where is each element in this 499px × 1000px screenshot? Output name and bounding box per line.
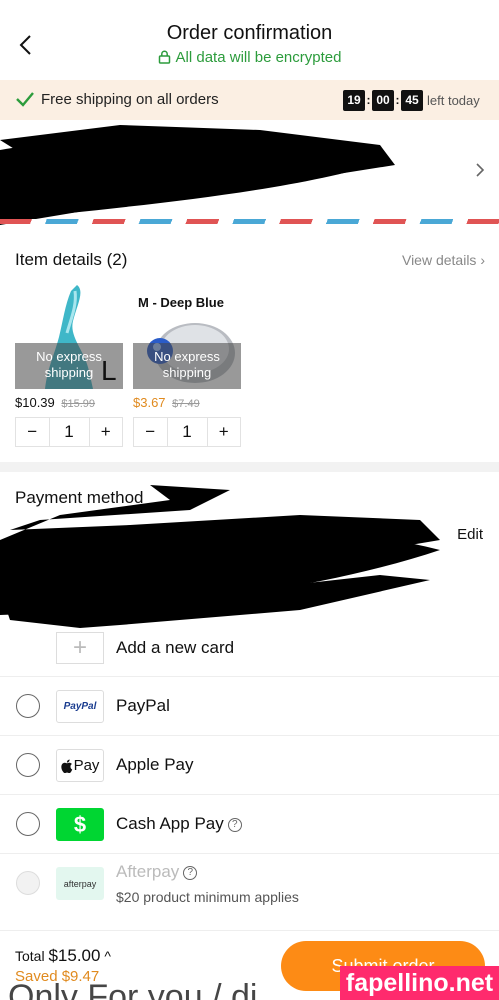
countdown-minutes: 00 [372,89,394,111]
add-card-plus-icon[interactable]: + [56,632,104,664]
increase-button[interactable]: + [208,418,241,446]
payment-option-applepay[interactable]: Pay Apple Pay [0,735,499,794]
free-shipping-banner: Free shipping on all orders 19 : 00 : 45… [0,80,499,120]
payment-option-label: Cash App Pay? [116,814,242,834]
lock-icon [158,50,170,64]
paypal-logo-text: PayPal [63,701,97,712]
quantity-value[interactable]: 1 [48,418,90,446]
checkmark-icon [16,92,34,107]
item-details-section: Item details (2) View details › No expre… [0,236,499,462]
countdown-separator: : [366,93,371,107]
watermark: fapellino.net [340,966,499,1000]
add-card-label[interactable]: Add a new card [116,638,234,658]
item-details-title: Item details (2) [15,250,128,269]
price-row: $10.39 $15.99 [15,395,123,410]
free-shipping-text: Free shipping on all orders [41,91,219,108]
product-card[interactable]: M - Deep Blue No express shipping $3.67 … [133,281,241,447]
payment-method-title: Payment method [15,488,144,507]
header: Order confirmation All data will be encr… [0,0,499,80]
cash-app-logo-icon: $ [56,808,104,841]
cash-app-label: Cash App Pay [116,814,224,833]
apple-pay-logo-icon: Pay [56,749,104,782]
product-image[interactable]: M - Deep Blue No express shipping [133,281,241,389]
afterpay-note: $20 product minimum applies [116,889,299,905]
size-label: L [101,355,117,386]
increase-button[interactable]: + [90,418,123,446]
product-price: $3.67 [133,395,166,410]
redaction-scribble [0,125,395,225]
page-title: Order confirmation [166,22,333,44]
bottom-overlay-text: Only For you / di [8,978,258,1000]
payment-option-afterpay: afterpay Afterpay? $20 product minimum a… [0,853,499,912]
countdown-separator: : [395,93,400,107]
product-price: $10.39 [15,395,55,410]
afterpay-logo-icon: afterpay [56,867,104,900]
chevron-right-icon: › [480,252,485,268]
payment-option-label: Apple Pay [116,755,194,774]
decrease-button[interactable]: − [16,418,49,446]
radio-button-disabled [16,871,40,895]
radio-button[interactable] [16,812,40,836]
afterpay-logo-text: afterpay [63,878,97,889]
shipping-overlay: No express shipping [133,343,241,389]
payment-option-cashapp[interactable]: $ Cash App Pay? [0,794,499,853]
quantity-value[interactable]: 1 [166,418,208,446]
quantity-stepper: − 1 + [15,417,123,447]
airmail-border [0,219,499,224]
help-icon[interactable]: ? [227,818,242,832]
decrease-button[interactable]: − [134,418,167,446]
countdown-hours: 19 [343,89,365,111]
price-row: $3.67 $7.49 [133,395,241,410]
payment-option-label: PayPal [116,696,170,715]
radio-button[interactable] [16,753,40,777]
chevron-right-icon [476,163,485,177]
countdown-timer: 19 : 00 : 45 left today [343,89,480,111]
product-image[interactable]: No express shipping L [15,281,123,389]
chevron-up-icon: ^ [104,948,111,964]
total-value: $15.00 [48,946,101,965]
view-details-label: View details [401,252,477,268]
encryption-notice: All data will be encrypted [0,49,499,66]
radio-button[interactable] [16,694,40,718]
paypal-logo-icon: PayPal [56,690,104,723]
apple-pay-logo-text: Pay [73,757,100,774]
cash-app-logo-text: $ [73,811,87,837]
product-card[interactable]: No express shipping L $10.39 $15.99 − 1 … [15,281,123,447]
help-icon[interactable]: ? [183,866,198,880]
payment-option-paypal[interactable]: PayPal PayPal [0,676,499,735]
edit-card-button[interactable]: Edit [457,526,483,543]
total-label: Total [15,948,45,964]
shipping-address-card[interactable] [0,120,499,236]
original-price: $15.99 [61,398,96,410]
view-details-link[interactable]: View details › [402,252,485,268]
payment-option-label: Afterpay? [116,862,198,882]
quantity-stepper: − 1 + [133,417,241,447]
apple-icon [60,759,72,773]
payment-method-section: Payment method Edit + Add a new card Pay… [0,472,499,930]
encryption-text: All data will be encrypted [175,49,342,66]
total-row[interactable]: Total $15.00 ^ [15,946,111,966]
afterpay-label: Afterpay [116,862,180,881]
countdown-seconds: 45 [401,89,423,111]
countdown-suffix: left today [427,92,480,108]
original-price: $7.49 [172,398,200,410]
